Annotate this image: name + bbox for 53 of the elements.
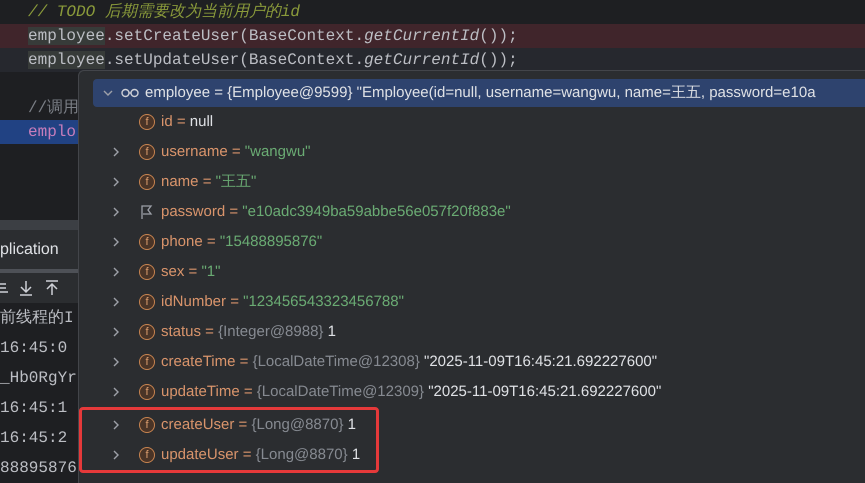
upload-icon[interactable] — [44, 280, 60, 296]
glasses-icon — [121, 88, 139, 98]
field-entry: status = {Integer@8988} 1 — [161, 322, 336, 342]
field-badge: f — [139, 384, 155, 400]
console-line: 前线程的I — [0, 308, 74, 329]
field-entry: createUser = {Long@8870} 1 — [161, 414, 356, 435]
selected-code: emplo — [0, 120, 78, 144]
expand-chevron-icon[interactable] — [111, 450, 121, 460]
field-entry: idNumber = "123456543323456788" — [161, 292, 404, 312]
expand-chevron-icon[interactable] — [111, 297, 121, 307]
field-badge: f — [139, 174, 155, 190]
expand-chevron-icon[interactable] — [111, 237, 121, 247]
code-line: employee.setUpdateUser(BaseContext.getCurrentId()); — [28, 50, 518, 71]
code-line: employee.setCreateUser(BaseContext.getCurrentId()); — [28, 26, 518, 47]
flag-icon — [139, 204, 155, 220]
expand-chevron-icon[interactable] — [111, 147, 121, 157]
collapse-chevron-icon[interactable] — [103, 88, 113, 98]
field-badge: f — [139, 234, 155, 250]
console-line: 16:45:1 — [0, 398, 68, 419]
field-badge: f — [139, 324, 155, 340]
expand-chevron-icon[interactable] — [111, 357, 121, 367]
console-line: 16:45:0 — [0, 338, 68, 359]
console-line: _Hb0RgYr — [0, 368, 77, 389]
code-comment: //调用 — [28, 98, 80, 119]
variable-row[interactable]: employee = {Employee@9599} "Employee(id=null, username=wangwu, name=王五, password=e10a — [93, 79, 865, 107]
console-line: 16:45:2 — [0, 428, 68, 449]
field-badge: f — [139, 447, 155, 463]
field-entry: sex = "1" — [161, 262, 220, 282]
expand-chevron-icon[interactable] — [111, 327, 121, 337]
field-entry: password = "e10adc3949ba59abbe56e057f20f883e" — [161, 202, 511, 222]
field-entry: updateTime = {LocalDateTime@12309} "2025-11-09T16:45:21.692227600" — [161, 382, 662, 402]
console-line: 88895876 — [0, 458, 77, 479]
field-badge: f — [139, 264, 155, 280]
field-entry: username = "wangwu" — [161, 142, 310, 162]
field-badge: f — [139, 144, 155, 160]
field-badge: f — [139, 114, 155, 130]
field-badge: f — [139, 417, 155, 433]
download-icon[interactable] — [18, 280, 34, 296]
expand-chevron-icon[interactable] — [111, 177, 121, 187]
field-entry: name = "王五" — [161, 172, 256, 192]
field-entry: createTime = {LocalDateTime@12308} "2025-11-09T16:45:21.692227600" — [161, 352, 658, 372]
field-entry: updateUser = {Long@8870} 1 — [161, 444, 360, 465]
run-tab[interactable]: plication — [0, 238, 59, 262]
field-badge: f — [139, 294, 155, 310]
variable-label: employee = {Employee@9599} "Employee(id=null, username=wangwu, name=王五, password=e10a — [145, 82, 816, 103]
field-entry: phone = "15488895876" — [161, 232, 322, 252]
expand-chevron-icon[interactable] — [111, 207, 121, 217]
expand-chevron-icon[interactable] — [111, 420, 121, 430]
expand-chevron-icon[interactable] — [111, 387, 121, 397]
field-entry: id = null — [161, 112, 214, 132]
field-badge: f — [139, 354, 155, 370]
code-comment: // TODO 后期需要改为当前用户的id — [28, 2, 300, 23]
expand-chevron-icon[interactable] — [111, 267, 121, 277]
